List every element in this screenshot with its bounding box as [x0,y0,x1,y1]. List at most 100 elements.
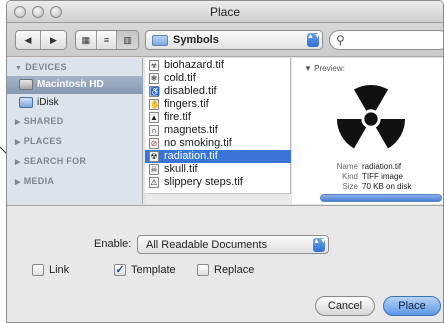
popup-arrows-icon: ▲▼ [307,33,321,47]
window-title: Place [209,5,241,19]
skull-icon: ☠ [149,164,159,175]
file-row-fire[interactable]: ▲ fire.tif [145,111,291,124]
path-label: Symbols [173,34,219,46]
link-checkbox[interactable]: Link [32,264,92,278]
file-name: no smoking.tif [164,137,232,149]
file-name: slippery steps.tif [164,176,243,188]
sidebar-item-macintosh-hd[interactable]: Macintosh HD [7,76,143,94]
sidebar-section-shared[interactable]: ▶ SHARED [15,116,64,126]
disclosure-closed-icon: ▶ [15,159,21,166]
idisk-icon [19,97,33,108]
disclosure-open-icon: ▼ [304,64,315,73]
file-row-disabled[interactable]: ♿ disabled.tif [145,85,291,98]
preview-size-row: Size 70 KB on disk [292,182,443,193]
sidebar-item-label: Macintosh HD [37,79,104,90]
column-scrollbar-thumb[interactable] [320,194,442,202]
file-name: magnets.tif [164,124,218,136]
preview-pane: ▼ Preview: Name radiation.tif Kind TIFF … [292,58,443,204]
no-smoking-icon: ⊘ [149,138,159,149]
replace-checkbox-box[interactable] [197,264,209,276]
disclosure-closed-icon: ▶ [15,139,21,146]
icon-view-icon[interactable]: ▦ [76,31,97,49]
replace-checkbox-label: Replace [214,264,255,276]
file-name: fingers.tif [164,98,209,110]
disclosure-closed-icon: ▶ [15,119,21,126]
enable-popup-value: All Readable Documents [146,239,268,251]
file-row-no-smoking[interactable]: ⊘ no smoking.tif [145,137,291,150]
preview-heading-label: Preview: [314,64,345,73]
file-list-scrollbar[interactable] [145,193,291,204]
back-forward-control: ◀ ▶ [15,30,67,50]
enable-label: Enable: [94,238,132,250]
preview-kind-key: Kind [341,172,358,181]
sidebar: ▼ DEVICES Macintosh HD iDisk ▶ SHARED ▶ PLA… [7,58,143,204]
sidebar-section-media[interactable]: ▶ MEDIA [15,176,54,186]
sidebar-section-devices[interactable]: ▼ DEVICES [15,62,67,72]
place-button[interactable]: Place [383,296,441,316]
fire-icon: ▲ [149,112,159,123]
sidebar-section-label: SEARCH FOR [23,156,87,166]
sidebar-section-places[interactable]: ▶ PLACES [15,136,62,146]
snowflake-icon: ❄ [149,73,159,84]
checkmark-icon[interactable]: ✓ [114,264,126,276]
enable-popup[interactable]: All Readable Documents ▲▼ [137,235,329,254]
file-row-slippery-steps[interactable]: ⚠ slippery steps.tif [145,176,291,189]
view-mode-control: ▦ ≡ ▥ [75,30,139,50]
file-row-biohazard[interactable]: ☣ biohazard.tif [145,59,291,72]
template-checkbox-label: Template [131,264,176,276]
sidebar-section-label: MEDIA [23,176,55,186]
file-row-fingers[interactable]: ✋ fingers.tif [145,98,291,111]
link-checkbox-label: Link [49,264,70,276]
disclosure-open-icon: ▼ [15,65,23,72]
warning-icon: ⚠ [149,177,159,188]
sidebar-item-label: iDisk [37,97,59,108]
place-dialog: Place ◀ ▶ ▦ ≡ ▥ Symbols ▲▼ ⚲ ▼ DEVICES Ma… [6,0,444,323]
popup-arrows-icon: ▲▼ [313,238,327,252]
column-view-icon[interactable]: ▥ [117,31,138,49]
magnet-icon: ∩ [149,125,159,136]
file-row-skull[interactable]: ☠ skull.tif [145,163,291,176]
back-button[interactable]: ◀ [16,31,41,49]
file-name: skull.tif [164,163,198,175]
forward-button[interactable]: ▶ [41,31,66,49]
sidebar-item-idisk[interactable]: iDisk [7,94,143,112]
radiation-symbol-preview [336,84,406,149]
preview-name-value: radiation.tif [362,162,402,171]
hard-drive-icon [19,79,33,90]
file-row-radiation[interactable]: ☢ radiation.tif [145,150,291,163]
preview-heading: ▼ Preview: [304,64,345,73]
file-list: ☣ biohazard.tif ❄ cold.tif ♿ disabled.ti… [145,58,291,204]
preview-size-value: 70 KB on disk [362,182,412,191]
file-name: fire.tif [164,111,191,123]
disclosure-closed-icon: ▶ [15,179,21,186]
file-row-magnets[interactable]: ∩ magnets.tif [145,124,291,137]
path-popup[interactable]: Symbols ▲▼ [145,30,323,50]
sidebar-section-label: PLACES [23,136,62,146]
preview-kind-value: TIFF image [362,172,403,181]
cancel-button[interactable]: Cancel [315,296,375,316]
sidebar-section-label: DEVICES [25,62,67,72]
folder-icon [152,35,168,46]
biohazard-icon: ☣ [149,60,159,71]
title-bar: Place [7,1,443,23]
options-panel: Enable: All Readable Documents ▲▼ Link ✓… [7,205,443,322]
file-name: radiation.tif [164,150,218,162]
link-checkbox-box[interactable] [32,264,44,276]
sidebar-section-label: SHARED [23,116,64,126]
wheelchair-icon: ♿ [149,86,160,97]
search-input[interactable]: ⚲ [329,30,443,50]
file-name: cold.tif [164,72,196,84]
file-name: disabled.tif [164,85,217,97]
list-view-icon[interactable]: ≡ [97,31,118,49]
file-name: biohazard.tif [164,59,224,71]
file-row-cold[interactable]: ❄ cold.tif [145,72,291,85]
replace-checkbox[interactable]: Replace [197,264,277,278]
preview-size-key: Size [342,182,358,191]
hand-icon: ✋ [149,99,160,110]
radiation-icon: ☢ [149,151,159,162]
preview-name-key: Name [336,162,358,171]
sidebar-section-search-for[interactable]: ▶ SEARCH FOR [15,156,86,166]
template-checkbox[interactable]: ✓ Template [114,264,194,278]
toolbar: ◀ ▶ ▦ ≡ ▥ Symbols ▲▼ ⚲ [7,23,443,57]
search-icon: ⚲ [336,33,345,47]
